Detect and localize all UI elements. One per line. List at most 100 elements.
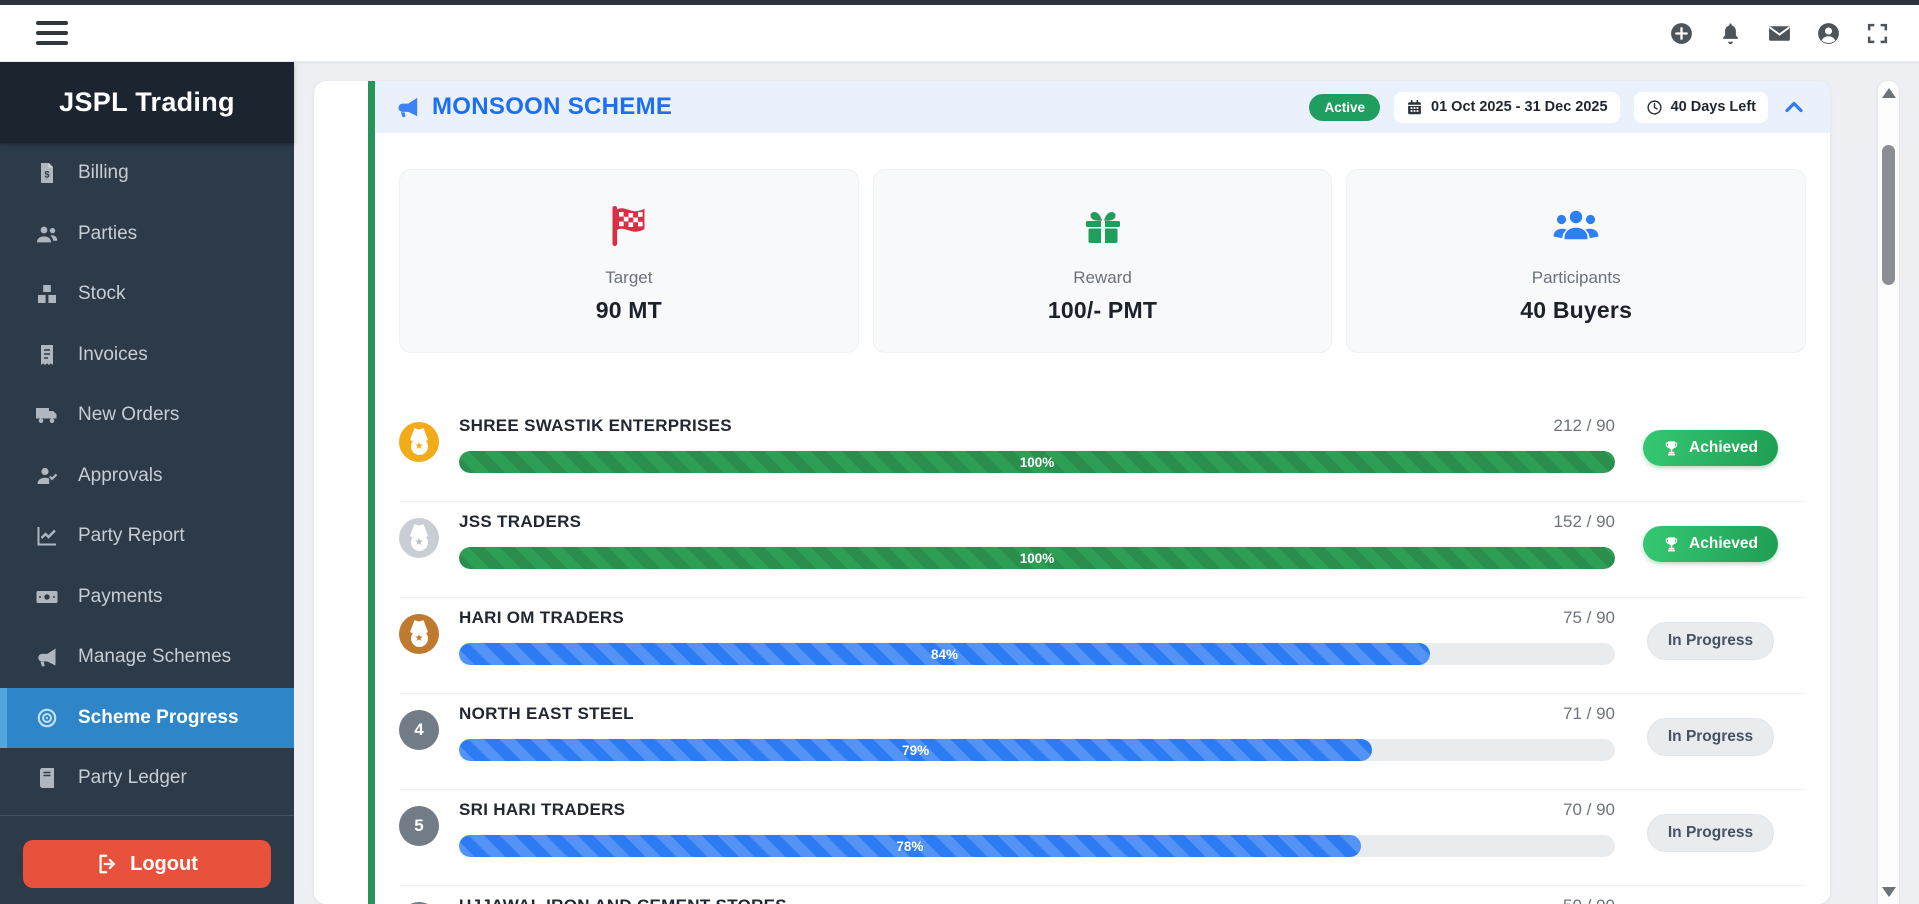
sidebar-item-payments[interactable]: Payments	[0, 567, 294, 628]
date-range-text: 01 Oct 2025 - 31 Dec 2025	[1431, 99, 1608, 115]
sidebar-item-label: Stock	[78, 283, 126, 305]
progress-percent-label: 100%	[1020, 551, 1055, 566]
row-main: HARI OM TRADERS 75 / 90 84%	[459, 608, 1615, 665]
scrollbar-down-arrow[interactable]	[1882, 887, 1896, 897]
status-label: In Progress	[1668, 728, 1753, 746]
trophy-icon	[1663, 536, 1680, 553]
truck-icon	[35, 403, 59, 427]
bell-icon[interactable]	[1718, 21, 1743, 46]
row-status: In Progress	[1615, 814, 1806, 852]
sidebar-item-approvals[interactable]: Approvals	[0, 446, 294, 507]
achieved-vs-target-value: 152 / 90	[1554, 512, 1615, 532]
logout-button[interactable]: Logout	[23, 840, 271, 888]
sidebar-divider	[0, 815, 294, 816]
file-invoice-icon: $	[35, 161, 59, 185]
sidebar-item-billing[interactable]: $Billing	[0, 143, 294, 204]
hamburger-menu-icon[interactable]	[36, 21, 68, 45]
clock-icon	[1646, 99, 1663, 116]
leaderboard: ★SHREE SWASTIK ENTERPRISES212 / 90100%Ac…	[399, 406, 1806, 904]
row-status: In Progress	[1615, 622, 1806, 660]
row-status: Achieved	[1615, 430, 1806, 466]
leaderboard-row: ★SHREE SWASTIK ENTERPRISES212 / 90100%Ac…	[399, 406, 1806, 502]
scheme-progress-card: MONSOON SCHEME Active 01 Oct 2025 - 31 D…	[314, 81, 1830, 904]
status-label: In Progress	[1668, 632, 1753, 650]
boxes-icon	[35, 282, 59, 306]
leaderboard-row: ★ HARI OM TRADERS 75 / 90 84% In Progress	[399, 598, 1806, 694]
status-pill-progress[interactable]: In Progress	[1647, 814, 1774, 852]
progress-bar-track: 84%	[459, 643, 1615, 665]
sidebar-item-label: Party Ledger	[78, 767, 187, 789]
leaderboard-row: ★ JSS TRADERS 152 / 90 100% Achieved	[399, 502, 1806, 598]
sidebar-item-label: Scheme Progress	[78, 707, 239, 729]
progress-bar-track: 79%	[459, 739, 1615, 761]
progress-bar-fill: 84%	[459, 643, 1430, 665]
sidebar-item-label: New Orders	[78, 404, 179, 426]
scrollbar	[1878, 81, 1899, 904]
stat-label: Reward	[1073, 268, 1132, 288]
achieved-vs-target-value: 75 / 90	[1563, 608, 1615, 628]
status-pill-achieved[interactable]: Achieved	[1643, 430, 1778, 466]
sidebar-item-party-ledger[interactable]: Party Ledger	[0, 748, 294, 809]
scrollbar-up-arrow[interactable]	[1882, 88, 1896, 98]
progress-percent-label: 79%	[902, 743, 929, 758]
svg-text:$: $	[44, 170, 49, 180]
achieved-vs-target-value: 70 / 90	[1563, 800, 1615, 820]
stat-card-reward: Reward 100/- PMT	[873, 169, 1333, 353]
row-main: NORTH EAST STEEL71 / 9079%	[459, 704, 1615, 761]
row-main: SRI HARI TRADERS70 / 9078%	[459, 800, 1615, 857]
sidebar-item-label: Parties	[78, 223, 137, 245]
status-pill-progress[interactable]: In Progress	[1647, 622, 1774, 660]
party-name: HARI OM TRADERS	[459, 608, 624, 628]
medal-silver-icon: ★	[399, 518, 439, 558]
scrollbar-thumb[interactable]	[1882, 145, 1895, 285]
achieved-vs-target-value: 71 / 90	[1563, 704, 1615, 724]
sidebar-item-manage-schemes[interactable]: Manage Schemes	[0, 627, 294, 688]
stat-value: 40 Buyers	[1520, 297, 1632, 324]
progress-percent-label: 84%	[931, 647, 958, 662]
party-name: JSS TRADERS	[459, 512, 581, 532]
app-brand: JSPL Trading	[0, 62, 294, 143]
stat-value: 100/- PMT	[1048, 297, 1157, 324]
achieved-vs-target-value: 50 / 90	[1563, 896, 1615, 904]
status-label: Achieved	[1689, 439, 1758, 457]
logout-label: Logout	[130, 853, 198, 876]
progress-percent-label: 100%	[1020, 455, 1055, 470]
party-name: UJJAWAL IRON AND CEMENT STORES	[459, 896, 787, 904]
money-bill-icon	[35, 585, 59, 609]
user-circle-icon[interactable]	[1816, 21, 1841, 46]
row-top: UJJAWAL IRON AND CEMENT STORES 50 / 90	[459, 896, 1615, 904]
topbar-actions	[1669, 21, 1890, 46]
collapse-chevron-up-icon[interactable]	[1782, 95, 1806, 119]
leaderboard-row: 5SRI HARI TRADERS70 / 9078%In Progress	[399, 790, 1806, 886]
progress-bar-fill: 79%	[459, 739, 1372, 761]
status-pill-progress[interactable]: In Progress	[1647, 718, 1774, 756]
rank-badge: 4	[399, 710, 439, 750]
leaderboard-row: 6UJJAWAL IRON AND CEMENT STORES50 / 90	[399, 886, 1806, 904]
scheme-header-right: Active 01 Oct 2025 - 31 Dec 2025 40 Days…	[1309, 92, 1806, 123]
users-group-icon	[1552, 202, 1600, 250]
leaderboard-row: 4NORTH EAST STEEL71 / 9079%In Progress	[399, 694, 1806, 790]
stat-card-target: Target90 MT	[399, 169, 859, 353]
sidebar-item-invoices[interactable]: Invoices	[0, 325, 294, 386]
sidebar-item-party-report[interactable]: Party Report	[0, 506, 294, 567]
user-check-icon	[35, 464, 59, 488]
party-name: SHREE SWASTIK ENTERPRISES	[459, 416, 732, 436]
flag-checkered-icon	[605, 202, 653, 250]
progress-bar-fill: 100%	[459, 547, 1615, 569]
sidebar-item-parties[interactable]: Parties	[0, 204, 294, 265]
sidebar-item-new-orders[interactable]: New Orders	[0, 385, 294, 446]
expand-icon[interactable]	[1865, 21, 1890, 46]
status-pill-achieved[interactable]: Achieved	[1643, 526, 1778, 562]
sidebar-item-scheme-progress[interactable]: Scheme Progress	[0, 688, 294, 749]
calendar-icon	[1406, 99, 1423, 116]
book-icon	[35, 766, 59, 790]
plus-circle-icon[interactable]	[1669, 21, 1694, 46]
progress-bar-track: 100%	[459, 547, 1615, 569]
sidebar-item-stock[interactable]: Stock	[0, 264, 294, 325]
medal-gold-icon: ★	[399, 422, 439, 462]
row-top: HARI OM TRADERS 75 / 90	[459, 608, 1615, 634]
row-status: Achieved	[1615, 526, 1806, 562]
envelope-icon[interactable]	[1767, 21, 1792, 46]
progress-bar-fill: 78%	[459, 835, 1361, 857]
medal-bronze-icon: ★	[399, 614, 439, 654]
